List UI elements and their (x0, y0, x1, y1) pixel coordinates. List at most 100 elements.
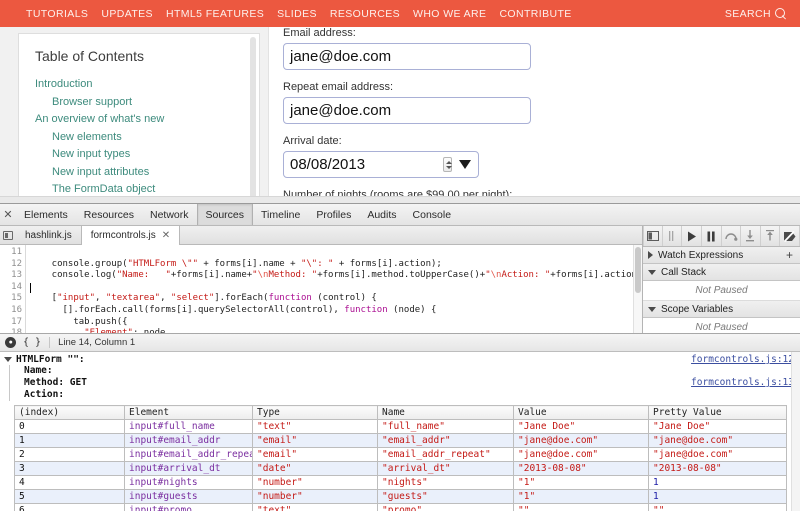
chevron-right-icon[interactable] (648, 251, 653, 259)
chevron-down-icon[interactable] (648, 306, 656, 312)
column-header[interactable]: Element (124, 405, 253, 420)
show-navigator-icon[interactable] (0, 226, 16, 244)
table-cell: 1 (648, 475, 787, 490)
toc-link[interactable]: New input types (35, 146, 243, 164)
table-of-contents-column: Table of Contents Introduction Browser su… (0, 27, 260, 203)
line-number: 15 (11, 293, 22, 304)
close-icon[interactable]: ✕ (0, 204, 16, 225)
toc-link[interactable]: An overview of what's new (35, 111, 243, 129)
column-header[interactable]: Type (252, 405, 378, 420)
tab-elements[interactable]: Elements (16, 204, 76, 225)
file-tab-label: formcontrols.js (90, 230, 156, 241)
play-icon[interactable] (682, 226, 702, 246)
code-token: "input" (57, 293, 96, 304)
table-cell: "text" (252, 419, 378, 434)
code-token: (control) { (311, 293, 377, 304)
file-tab-formcontrols-js[interactable]: formcontrols.js ✕ (80, 226, 181, 245)
column-header[interactable]: Pretty Value (648, 405, 787, 420)
table-cell: input#email_addr (124, 433, 253, 448)
table-row[interactable]: 1 input#email_addr "email" "email_addr" "jan… (14, 433, 787, 448)
table-row[interactable]: 3 input#arrival_dt "date" "arrival_dt" "2013… (14, 461, 787, 476)
chevron-down-icon[interactable] (459, 160, 471, 169)
table-cell: input#promo (124, 503, 253, 511)
table-row[interactable]: 5 input#guests "number" "guests" "1" 1 (14, 489, 787, 504)
nav-link-updates[interactable]: UPDATES (101, 8, 153, 20)
column-header[interactable]: Name (377, 405, 514, 420)
code-token: + forms[i].action); (333, 258, 442, 269)
step-out-icon[interactable] (761, 226, 781, 246)
line-number-gutter: 111213141516171819 (0, 245, 26, 333)
breakpoint-slash-icon[interactable] (780, 226, 800, 246)
table-cell: "email" (252, 447, 378, 462)
nav-link-tutorials[interactable]: TUTORIALS (26, 8, 88, 20)
nav-link-slides[interactable]: SLIDES (277, 8, 317, 20)
code-line[interactable]: console.log("Name: "+forms[i].name+"\nMe… (26, 270, 642, 282)
tab-profiles[interactable]: Profiles (308, 204, 359, 225)
nav-link-who-we-are[interactable]: WHO WE ARE (413, 8, 486, 20)
pretty-print-button[interactable]: { } (23, 337, 51, 348)
tab-sources[interactable]: Sources (196, 204, 254, 225)
page-horizontal-scrollbar[interactable] (0, 196, 800, 203)
code-line[interactable] (26, 247, 642, 259)
toc-link[interactable]: New input attributes (35, 164, 243, 182)
table-row[interactable]: 4 input#nights "number" "nights" "1" 1 (14, 475, 787, 490)
console-drawer-icon[interactable]: ● (5, 337, 16, 348)
close-icon[interactable]: ✕ (162, 230, 170, 241)
code-line[interactable]: "Element": node, (26, 328, 642, 333)
console-scrollbar[interactable] (791, 352, 800, 511)
console-source-link[interactable]: formcontrols.js:12 (691, 354, 794, 365)
tab-network[interactable]: Network (142, 204, 197, 225)
resize-handle-icon[interactable] (663, 226, 683, 246)
arrival-date-input[interactable]: 08/08/2013 (283, 151, 479, 178)
search-button[interactable]: SEARCH (725, 8, 786, 20)
toc-link[interactable]: Introduction (35, 76, 243, 94)
tab-resources[interactable]: Resources (76, 204, 142, 225)
nav-link-html5-features[interactable]: HTML5 FEATURES (166, 8, 264, 20)
table-cell: "email" (252, 433, 378, 448)
code-line[interactable]: [].forEach.call(forms[i].querySelectorAl… (26, 305, 642, 317)
table-row[interactable]: 0 input#full_name "text" "full_name" "Jane D… (14, 419, 787, 434)
code-line[interactable] (26, 282, 642, 294)
console-group-header[interactable]: HTMLForm "": formcontrols.js:12 (0, 352, 800, 365)
code-line[interactable]: ["input", "textarea", "select"].forEach(… (26, 293, 642, 305)
section-header-watch-expressions[interactable]: Watch Expressions + (643, 247, 800, 264)
tab-console[interactable]: Console (405, 204, 460, 225)
text-input[interactable]: jane@doe.com (283, 97, 531, 124)
nav-link-contribute[interactable]: CONTRIBUTE (499, 8, 571, 20)
tab-audits[interactable]: Audits (359, 204, 404, 225)
toc-link[interactable]: Browser support (35, 94, 243, 112)
text-input[interactable]: jane@doe.com (283, 43, 531, 70)
toc-link[interactable]: New elements (35, 129, 243, 147)
source-code-text[interactable]: console.group("HTMLForm \"" + forms[i].n… (26, 245, 642, 333)
add-watch-expression-button[interactable]: + (786, 249, 793, 261)
pause-icon[interactable] (702, 226, 722, 246)
reservation-form: Email address: jane@doe.com Repeat email a… (269, 27, 800, 201)
step-over-icon[interactable] (722, 226, 742, 246)
file-tab-hashlink-js[interactable]: hashlink.js (16, 226, 81, 244)
column-header[interactable]: Value (513, 405, 649, 420)
console-source-link[interactable]: formcontrols.js:13 (691, 377, 794, 389)
table-cell: 4 (14, 475, 125, 490)
toc-scrollbar[interactable] (250, 37, 256, 200)
code-editor[interactable]: 111213141516171819 console.group("HTMLFo… (0, 245, 642, 333)
toggle-navigator-icon[interactable] (643, 226, 663, 246)
section-header-call-stack[interactable]: Call Stack (643, 264, 800, 281)
step-into-icon[interactable] (741, 226, 761, 246)
column-header[interactable]: (index) (14, 405, 125, 420)
section-header-scope-variables[interactable]: Scope Variables (643, 301, 800, 318)
chevron-down-icon[interactable] (4, 357, 12, 362)
line-number: 17 (11, 316, 22, 327)
table-row[interactable]: 2 input#email_addr_repeat "email" "email_ad… (14, 447, 787, 462)
table-row[interactable]: 6 input#promo "text" "promo" "" "" (14, 503, 787, 511)
editor-vertical-scrollbar[interactable] (633, 245, 642, 333)
tab-timeline[interactable]: Timeline (253, 204, 308, 225)
spinner-icon[interactable] (443, 157, 452, 172)
search-icon[interactable] (775, 8, 786, 19)
nav-link-resources[interactable]: RESOURCES (330, 8, 400, 20)
table-cell: "" (513, 503, 649, 511)
table-cell: "1" (513, 489, 649, 504)
code-line[interactable]: tab.push({ (26, 317, 642, 329)
code-line[interactable]: console.group("HTMLForm \"" + forms[i].n… (26, 259, 642, 271)
chevron-down-icon[interactable] (648, 269, 656, 275)
debugger-sections: Watch Expressions + Call Stack Not Paused Sc… (643, 247, 800, 333)
